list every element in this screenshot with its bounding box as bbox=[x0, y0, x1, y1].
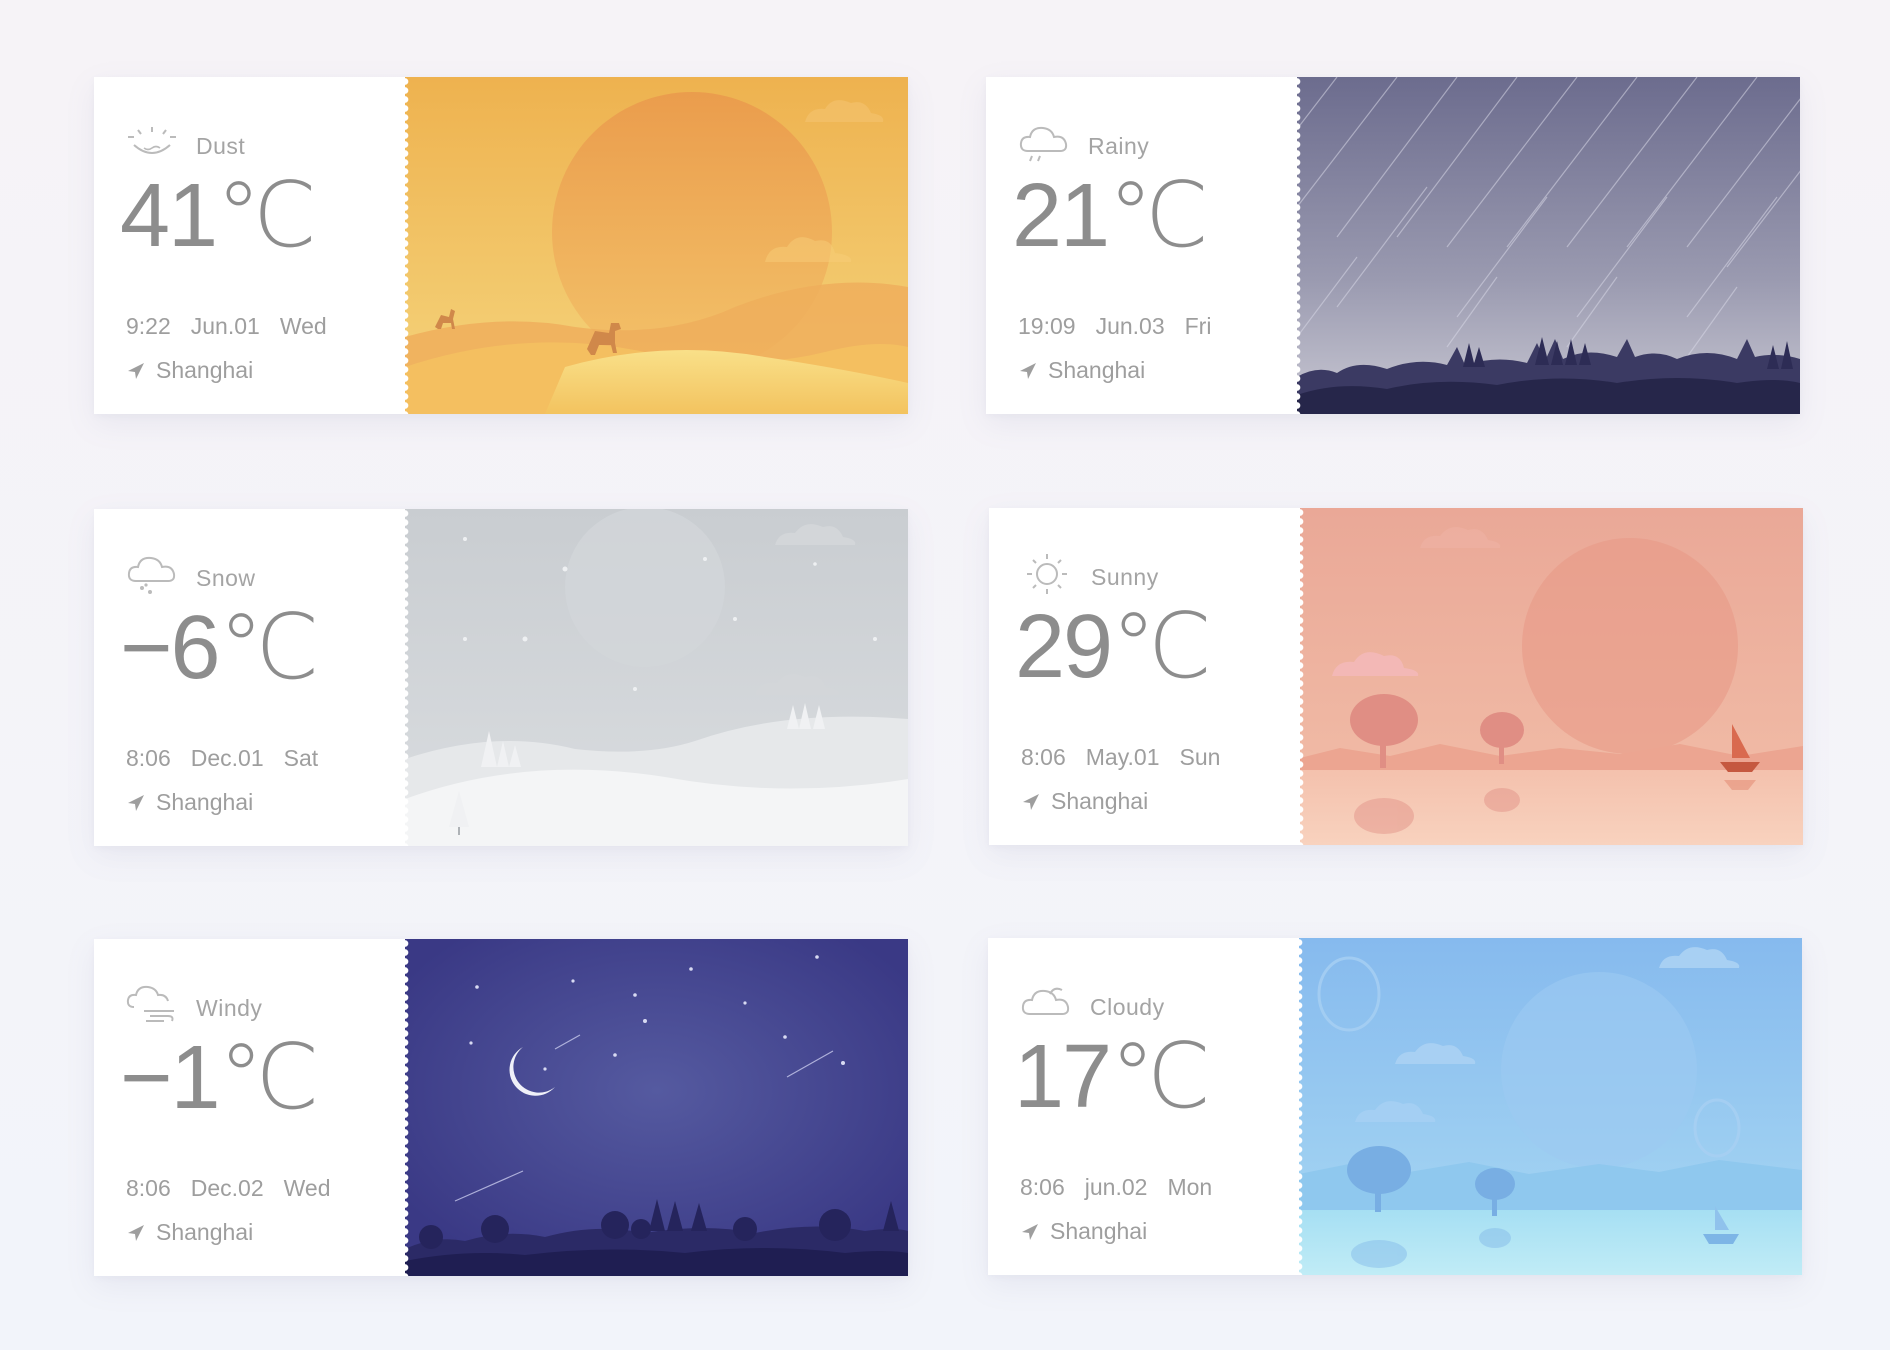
perforated-edge bbox=[405, 509, 410, 846]
card-info-panel: Sunny 29℃ 8:06 May.01 Sun Shanghai bbox=[989, 508, 1300, 845]
weather-card-snow[interactable]: Snow −6℃ 8:06 Dec.01 Sat Shanghai bbox=[94, 509, 908, 846]
night-sky-illustration bbox=[405, 939, 908, 1276]
dust-desert-illustration bbox=[405, 77, 908, 414]
temperature: −6℃ bbox=[120, 598, 320, 698]
weather-condition: Dust bbox=[196, 133, 246, 159]
city: Shanghai bbox=[1050, 1218, 1148, 1244]
card-info-panel: Rainy 21℃ 19:09 Jun.03 Fri Shanghai bbox=[986, 77, 1297, 414]
temperature: 17℃ bbox=[1014, 1027, 1211, 1127]
weather-condition: Rainy bbox=[1088, 133, 1150, 159]
weekday: Wed bbox=[283, 1175, 331, 1201]
time: 19:09 bbox=[1018, 313, 1076, 339]
location: Shanghai bbox=[1018, 357, 1145, 384]
location: Shanghai bbox=[1020, 1218, 1147, 1245]
time: 9:22 bbox=[126, 313, 171, 339]
weather-condition: Sunny bbox=[1091, 564, 1159, 590]
weekday: Wed bbox=[279, 313, 327, 339]
weekday: Mon bbox=[1167, 1174, 1213, 1200]
city: Shanghai bbox=[156, 789, 254, 815]
card-info-panel: Snow −6℃ 8:06 Dec.01 Sat Shanghai bbox=[94, 509, 405, 846]
weather-card-windy[interactable]: Windy −1℃ 8:06 Dec.02 Wed Shanghai bbox=[94, 939, 908, 1276]
location-arrow-icon bbox=[1018, 361, 1038, 381]
perforated-edge bbox=[405, 939, 410, 1276]
temperature: 21℃ bbox=[1012, 166, 1209, 266]
snow-hills-illustration bbox=[405, 509, 908, 846]
perforated-edge bbox=[405, 77, 410, 414]
weekday: Sun bbox=[1179, 744, 1221, 770]
date: Dec.02 bbox=[190, 1175, 264, 1201]
temperature: −1℃ bbox=[120, 1028, 320, 1128]
date-line: 8:06 Dec.02 Wed bbox=[126, 1175, 351, 1202]
card-info-panel: Windy −1℃ 8:06 Dec.02 Wed Shanghai bbox=[94, 939, 405, 1276]
cloud-icon bbox=[1018, 982, 1074, 1026]
rain-forest-illustration bbox=[1297, 77, 1800, 414]
date-line: 19:09 Jun.03 Fri bbox=[1018, 313, 1231, 340]
card-info-panel: Dust 41℃ 9:22 Jun.01 Wed Shanghai bbox=[94, 77, 405, 414]
time: 8:06 bbox=[1021, 744, 1066, 770]
location: Shanghai bbox=[1021, 788, 1148, 815]
date: Jun.01 bbox=[190, 313, 260, 339]
cloudy-lake-illustration bbox=[1299, 938, 1802, 1275]
city: Shanghai bbox=[156, 1219, 254, 1245]
snow-cloud-icon bbox=[124, 553, 180, 597]
weekday: Fri bbox=[1184, 313, 1212, 339]
time: 8:06 bbox=[126, 1175, 171, 1201]
date-line: 8:06 Dec.01 Sat bbox=[126, 745, 338, 772]
date: May.01 bbox=[1085, 744, 1160, 770]
dust-icon bbox=[124, 121, 180, 165]
wind-cloud-icon bbox=[124, 983, 180, 1027]
date: Dec.01 bbox=[190, 745, 264, 771]
rain-cloud-icon bbox=[1016, 121, 1072, 165]
date: jun.02 bbox=[1084, 1174, 1148, 1200]
location-arrow-icon bbox=[1021, 792, 1041, 812]
weather-condition: Cloudy bbox=[1090, 994, 1165, 1020]
weather-card-dust[interactable]: Dust 41℃ 9:22 Jun.01 Wed Shanghai bbox=[94, 77, 908, 414]
location-arrow-icon bbox=[126, 793, 146, 813]
weather-condition: Windy bbox=[196, 995, 263, 1021]
sun-icon bbox=[1019, 552, 1075, 596]
city: Shanghai bbox=[1048, 357, 1146, 383]
weather-card-rainy[interactable]: Rainy 21℃ 19:09 Jun.03 Fri Shanghai bbox=[986, 77, 1800, 414]
location-arrow-icon bbox=[126, 361, 146, 381]
perforated-edge bbox=[1300, 508, 1305, 845]
location-arrow-icon bbox=[1020, 1222, 1040, 1242]
date-line: 8:06 May.01 Sun bbox=[1021, 744, 1240, 771]
city: Shanghai bbox=[156, 357, 254, 383]
location: Shanghai bbox=[126, 789, 253, 816]
perforated-edge bbox=[1297, 77, 1302, 414]
time: 8:06 bbox=[1020, 1174, 1065, 1200]
weekday: Sat bbox=[283, 745, 319, 771]
temperature: 41℃ bbox=[120, 166, 317, 266]
date-line: 9:22 Jun.01 Wed bbox=[126, 313, 347, 340]
date: Jun.03 bbox=[1095, 313, 1165, 339]
weather-card-cloudy[interactable]: Cloudy 17℃ 8:06 jun.02 Mon Shanghai bbox=[988, 938, 1802, 1275]
time: 8:06 bbox=[126, 745, 171, 771]
perforated-edge bbox=[1299, 938, 1304, 1275]
weather-card-sunny[interactable]: Sunny 29℃ 8:06 May.01 Sun Shanghai bbox=[989, 508, 1803, 845]
temperature: 29℃ bbox=[1015, 597, 1212, 697]
location-arrow-icon bbox=[126, 1223, 146, 1243]
city: Shanghai bbox=[1051, 788, 1149, 814]
card-info-panel: Cloudy 17℃ 8:06 jun.02 Mon Shanghai bbox=[988, 938, 1299, 1275]
location: Shanghai bbox=[126, 357, 253, 384]
sunny-lake-illustration bbox=[1300, 508, 1803, 845]
location: Shanghai bbox=[126, 1219, 253, 1246]
weather-condition: Snow bbox=[196, 565, 256, 591]
date-line: 8:06 jun.02 Mon bbox=[1020, 1174, 1232, 1201]
